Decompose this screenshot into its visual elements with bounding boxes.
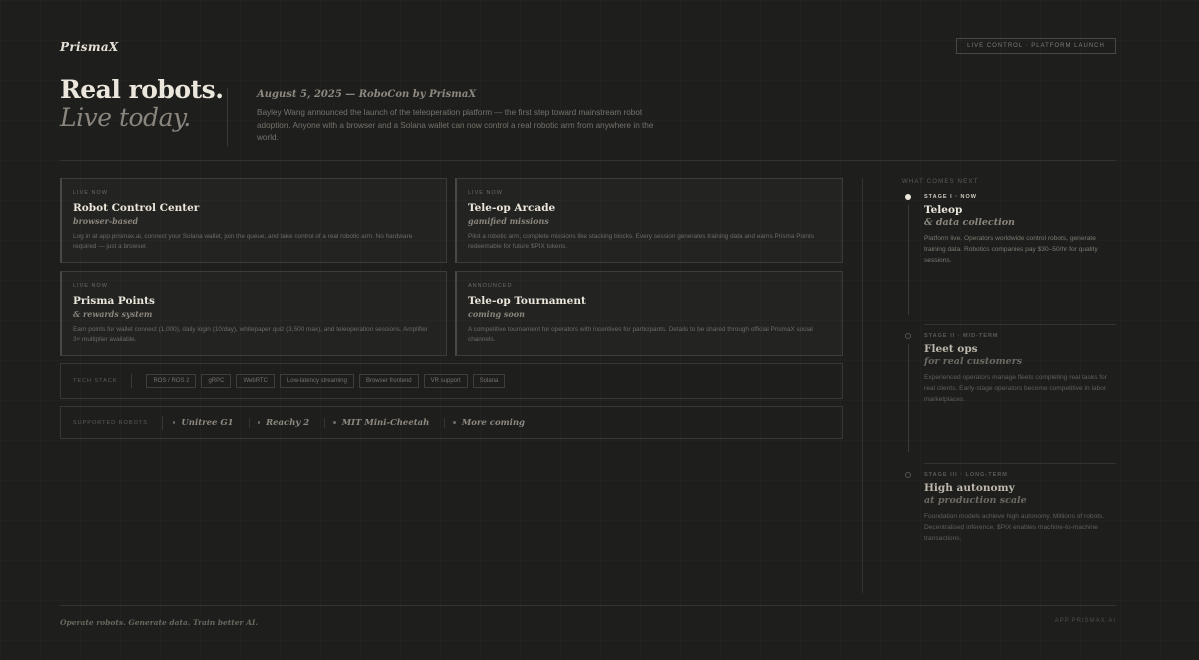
robot-name: MIT Mini-Cheetah [341, 417, 430, 428]
column-divider [862, 178, 863, 593]
footer-divider [60, 605, 1116, 606]
card-tag: ANNOUNCED [468, 283, 513, 289]
brand-logo[interactable]: PrismaX [60, 40, 119, 54]
supported-robots-label: SUPPORTED ROBOTS [73, 419, 148, 426]
card-teleop-tournament[interactable]: ANNOUNCED Tele-op Tournament coming soon… [455, 271, 843, 356]
stage-tag: STAGE III · LONG-TERM [924, 472, 1008, 478]
bullet-icon [333, 421, 336, 424]
stage-title: Fleet ops [924, 343, 978, 355]
supported-robots-bar: SUPPORTED ROBOTS Unitree G1 Reachy 2 MIT… [60, 406, 843, 439]
footer-url-link[interactable]: APP.PRISMAX.AI [1055, 618, 1116, 624]
tech-chip: Low-latency streaming [279, 374, 354, 388]
roadmap-stage-1: STAGE I · NOW Teleop & data collection P… [924, 194, 1116, 266]
card-description: A competitive tournament for operators w… [468, 326, 813, 343]
stage-description: Foundation models achieve high autonomy.… [924, 513, 1105, 542]
robot-item: More coming [445, 418, 540, 428]
launch-badge: LIVE CONTROL · PLATFORM LAUNCH [956, 38, 1116, 54]
hero-divider [227, 88, 228, 146]
bullet-icon [453, 421, 456, 424]
stage-title: Teleop [924, 204, 963, 216]
timeline-track [907, 344, 909, 452]
card-subtitle: gamified missions [468, 216, 549, 226]
robot-name: More coming [461, 417, 525, 428]
card-title: Tele-op Tournament [468, 295, 586, 307]
stage-dot-icon [905, 472, 911, 478]
card-description: Earn points for wallet connect (1,000), … [73, 326, 428, 343]
hero-title: Real robots. Live today. [60, 75, 224, 132]
stage-description: Experienced operators manage fleets comp… [924, 374, 1107, 403]
robot-item: Unitree G1 [165, 417, 250, 428]
bullet-icon [257, 421, 261, 424]
stage-tag: STAGE II · MID-TERM [924, 333, 999, 339]
card-teleop-arcade[interactable]: LIVE NOW Tele-op Arcade gamified mission… [455, 178, 843, 263]
tech-stack-bar: TECH STACK ROS / ROS 2 gRPC WebRTC Low-l… [60, 363, 843, 399]
tech-chip: gRPC [201, 374, 232, 388]
stage-subtitle: & data collection [924, 217, 1015, 228]
stage-dot-icon [905, 333, 911, 339]
roadmap-stage-2: STAGE II · MID-TERM Fleet ops for real c… [924, 333, 1116, 405]
card-description: Log in at app.prismax.ai, connect your S… [73, 233, 413, 250]
tech-stack-label: TECH STACK [73, 378, 118, 384]
stage-divider [924, 463, 1116, 464]
stage-tag: STAGE I · NOW [924, 194, 977, 200]
robot-item: Reachy 2 [250, 417, 326, 428]
roadmap-stage-3: STAGE III · LONG-TERM High autonomy at p… [924, 472, 1116, 544]
bullet-icon [172, 421, 176, 424]
hero-description: Bayley Wang announced the launch of the … [257, 108, 654, 142]
card-subtitle: browser-based [73, 216, 139, 226]
stage-divider [924, 324, 1116, 325]
hero-title-line2: Live today. [60, 103, 191, 132]
card-tag: LIVE NOW [73, 190, 108, 196]
tech-chip: WebRTC [236, 374, 275, 388]
hero-date: August 5, 2025 — RoboCon by PrismaX [257, 89, 477, 100]
hero-title-line1: Real robots. [60, 75, 224, 104]
stage-subtitle: at production scale [924, 495, 1027, 506]
card-title: Robot Control Center [73, 202, 200, 214]
card-title: Prisma Points [73, 295, 155, 307]
stage-subtitle: for real customers [924, 356, 1023, 367]
card-subtitle: coming soon [468, 309, 525, 319]
tech-chip: ROS / ROS 2 [146, 374, 197, 388]
card-description: Pilot a robotic arm, complete missions l… [468, 233, 814, 250]
robot-name: Reachy 2 [266, 417, 310, 428]
stage-description: Platform live. Operators worldwide contr… [924, 235, 1098, 264]
section-divider [60, 160, 1116, 161]
stage-active-dot-icon [905, 194, 911, 200]
tech-chip: VR support [423, 374, 468, 388]
card-prisma-points[interactable]: LIVE NOW Prisma Points & rewards system … [60, 271, 447, 356]
robot-item: MIT Mini-Cheetah [325, 417, 446, 428]
tech-chip: Browser frontend [358, 374, 419, 388]
tech-chip: Solana [472, 374, 506, 388]
bar-separator [131, 374, 133, 388]
card-tag: LIVE NOW [73, 283, 108, 289]
robot-name: Unitree G1 [181, 417, 234, 428]
card-subtitle: & rewards system [73, 309, 153, 319]
stage-title: High autonomy [924, 482, 1015, 494]
footer-tagline: Operate robots. Generate data. Train bet… [60, 618, 259, 627]
card-tag: LIVE NOW [468, 190, 503, 196]
roadmap-label: WHAT COMES NEXT [902, 179, 979, 185]
bar-separator [161, 415, 163, 430]
timeline-track [907, 205, 909, 315]
card-title: Tele-op Arcade [468, 202, 556, 214]
card-robot-control-center[interactable]: LIVE NOW Robot Control Center browser-ba… [60, 178, 447, 263]
